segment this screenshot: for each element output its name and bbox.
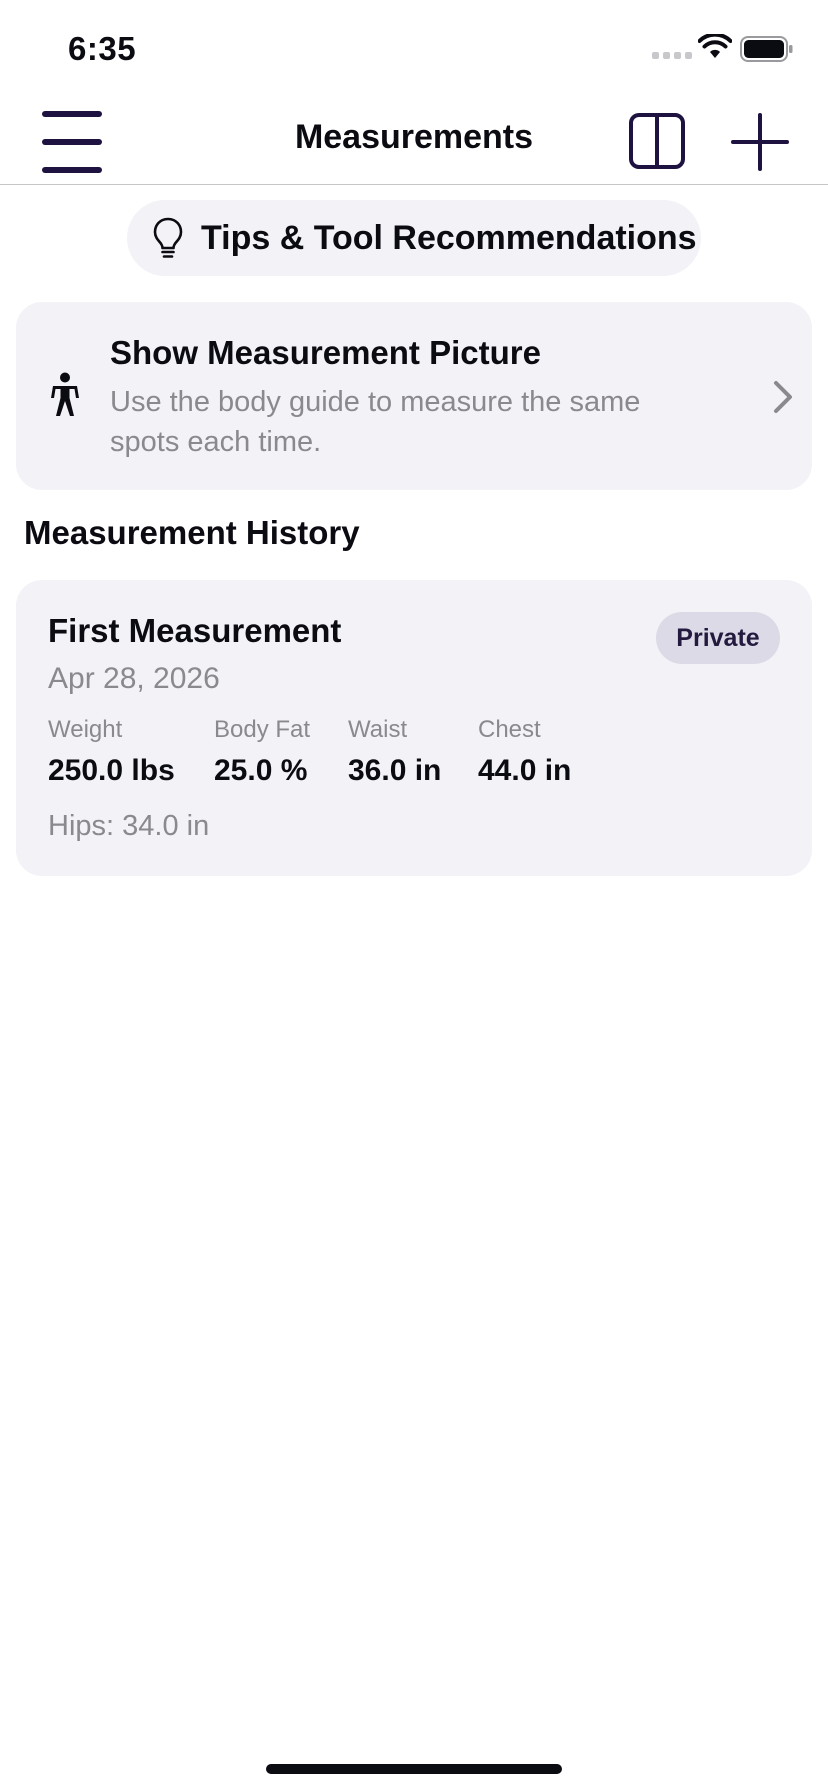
- privacy-badge: Private: [656, 612, 780, 664]
- metric-weight: Weight 250.0 lbs: [48, 716, 175, 788]
- tips-label: Tips & Tool Recommendations: [201, 218, 697, 257]
- person-icon: [51, 372, 79, 416]
- battery-icon: [740, 36, 793, 62]
- tips-button[interactable]: Tips & Tool Recommendations: [127, 200, 701, 276]
- metric-body-fat: Body Fat 25.0 %: [214, 716, 310, 788]
- picture-card-title: Show Measurement Picture: [110, 334, 541, 371]
- metric-value: 44.0 in: [478, 754, 572, 787]
- cellular-signal-icon: [652, 52, 692, 62]
- home-indicator[interactable]: [266, 1764, 562, 1774]
- plus-icon: [731, 113, 789, 171]
- chevron-right-icon: [774, 381, 792, 413]
- split-view-button[interactable]: [622, 106, 692, 176]
- entry-title: First Measurement: [48, 612, 342, 649]
- navigation-bar: Measurements: [0, 96, 828, 185]
- show-measurement-picture-card[interactable]: Show Measurement Picture Use the body gu…: [16, 302, 812, 490]
- picture-card-subtitle: Use the body guide to measure the same s…: [110, 386, 641, 458]
- metric-label: Weight: [48, 716, 123, 743]
- metric-label: Body Fat: [214, 716, 311, 743]
- metric-value: 250.0 lbs: [48, 754, 175, 787]
- metric-label: Chest: [478, 716, 541, 743]
- status-time: 6:35: [68, 30, 137, 67]
- metric-value: 25.0 %: [214, 754, 308, 787]
- page-title: Measurements: [294, 118, 534, 156]
- metric-label: Waist: [348, 716, 408, 743]
- measurement-entry-card[interactable]: First Measurement Apr 28, 2026 Private W…: [16, 580, 812, 876]
- metric-waist: Waist 36.0 in: [348, 716, 441, 788]
- entry-extra-measurement: Hips: 34.0 in: [48, 810, 210, 842]
- metric-chest: Chest 44.0 in: [478, 716, 571, 788]
- history-section-header: Measurement History: [24, 514, 360, 551]
- entry-date: Apr 28, 2026: [48, 662, 220, 695]
- status-bar: 6:35: [0, 0, 828, 96]
- split-view-icon: [629, 113, 685, 169]
- lightbulb-icon: [153, 217, 183, 258]
- metric-value: 36.0 in: [348, 754, 442, 787]
- wifi-icon: [698, 34, 732, 58]
- add-measurement-button[interactable]: [724, 106, 796, 178]
